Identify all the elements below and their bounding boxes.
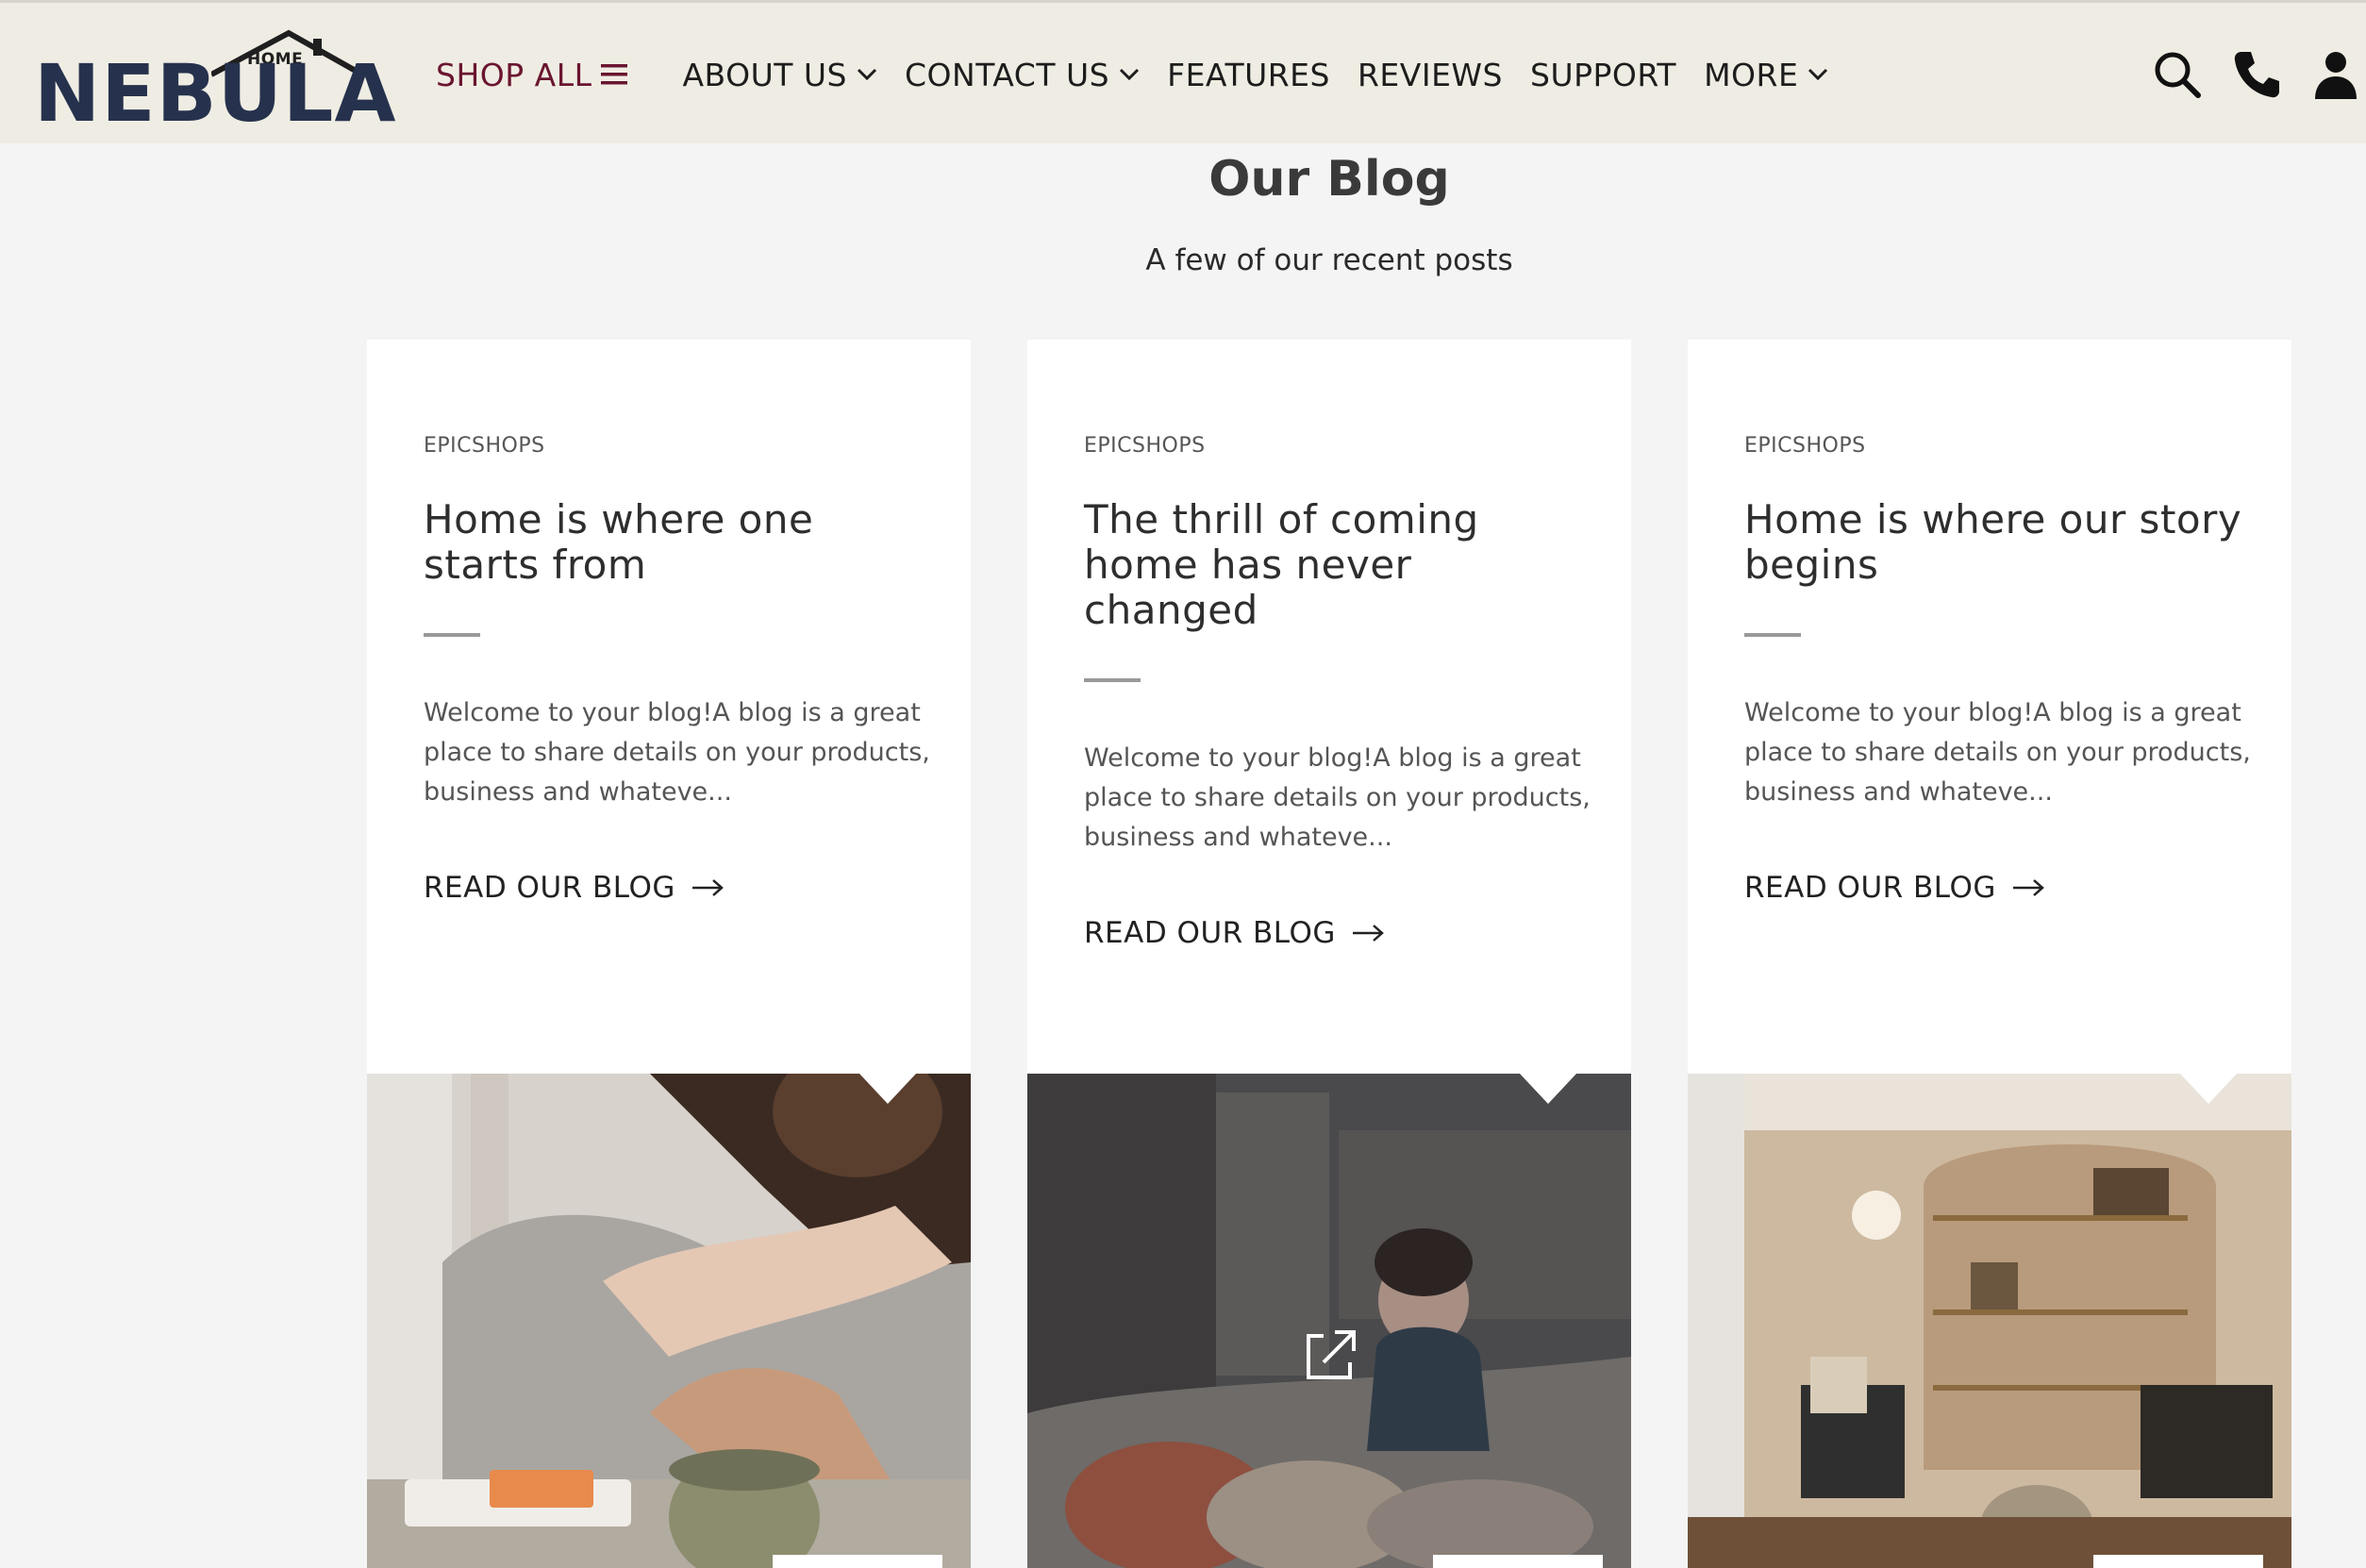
blog-card-excerpt: Welcome to your blog!A blog is a great p… <box>424 698 930 807</box>
nav-shop-all-label: SHOP ALL <box>436 56 592 93</box>
read-blog-link[interactable]: READ OUR BLOG <box>1744 871 2254 905</box>
read-blog-link[interactable]: READ OUR BLOG <box>1084 916 1593 950</box>
search-icon[interactable] <box>2151 48 2204 101</box>
blog-card-excerpt: Welcome to your blog!A blog is a great p… <box>1084 743 1591 852</box>
nav-more[interactable]: MORE <box>1704 57 1828 93</box>
nav-more-label: MORE <box>1704 56 1799 93</box>
couple-embrace-image[interactable] <box>367 1074 971 1568</box>
nav-features[interactable]: FEATURES <box>1167 57 1330 93</box>
blog-card-body: EPICSHOPS The thrill of coming home has … <box>1084 434 1593 950</box>
read-blog-label: READ OUR BLOG <box>1084 916 1336 950</box>
title-divider <box>1084 678 1141 682</box>
chevron-down-icon <box>1120 68 1140 81</box>
nav-support[interactable]: SUPPORT <box>1530 57 1676 93</box>
main-nav: SHOP ALL ABOUT US CONTACT US FEATURES RE… <box>436 54 1856 95</box>
living-room-interior-photo <box>1688 1074 2291 1568</box>
chevron-down-icon <box>857 68 877 81</box>
blog-card-body: EPICSHOPS Home is where our story begins… <box>1744 434 2254 905</box>
couple-embrace-photo <box>367 1074 971 1568</box>
image-notch <box>1520 1074 1576 1104</box>
nav-reviews-label: REVIEWS <box>1357 56 1503 93</box>
nav-features-label: FEATURES <box>1167 56 1330 93</box>
child-with-toys-image[interactable] <box>1027 1074 1631 1568</box>
image-caption-tab <box>773 1555 942 1568</box>
blog-card-title[interactable]: Home is where our story begins <box>1744 497 2254 588</box>
image-notch <box>859 1074 916 1104</box>
site-header: HOME NEBULA SHOP ALL ABOUT US CONTACT US… <box>0 0 2366 143</box>
read-blog-label: READ OUR BLOG <box>424 871 675 905</box>
nebula-home-logo[interactable]: HOME NEBULA <box>34 29 395 133</box>
blog-card: EPICSHOPS Home is where one starts from … <box>367 340 971 1568</box>
blog-card-body: EPICSHOPS Home is where one starts from … <box>424 434 933 905</box>
nav-support-label: SUPPORT <box>1530 56 1677 93</box>
living-room-interior-image[interactable] <box>1688 1074 2291 1568</box>
chevron-down-icon <box>1808 68 1828 81</box>
arrow-right-icon <box>1352 925 1384 942</box>
nav-about-us[interactable]: ABOUT US <box>682 57 877 93</box>
nav-about-us-label: ABOUT US <box>682 56 847 93</box>
image-caption-tab <box>1433 1555 1603 1568</box>
read-blog-label: READ OUR BLOG <box>1744 871 1996 905</box>
nav-contact-us-label: CONTACT US <box>905 56 1110 93</box>
logo-wordmark: NEBULA <box>34 47 397 140</box>
blog-card-title[interactable]: Home is where one starts from <box>424 497 933 588</box>
blog-card-author: EPICSHOPS <box>1744 434 1866 458</box>
nav-shop-all[interactable]: SHOP ALL <box>436 56 628 93</box>
arrow-right-icon <box>2012 879 2044 896</box>
nav-contact-us[interactable]: CONTACT US <box>905 57 1140 93</box>
external-link-icon[interactable] <box>1295 1323 1363 1391</box>
blog-card: EPICSHOPS Home is where our story begins… <box>1688 340 2291 1568</box>
arrow-right-icon <box>691 879 724 896</box>
blog-card-author: EPICSHOPS <box>1084 434 1206 458</box>
blog-card-excerpt: Welcome to your blog!A blog is a great p… <box>1744 698 2251 807</box>
title-divider <box>424 633 480 637</box>
read-blog-link[interactable]: READ OUR BLOG <box>424 871 933 905</box>
phone-icon[interactable] <box>2230 48 2283 101</box>
nav-reviews[interactable]: REVIEWS <box>1358 57 1503 93</box>
blog-card: EPICSHOPS The thrill of coming home has … <box>1027 340 1631 1568</box>
blog-section-subtitle: A few of our recent posts <box>1145 243 1513 277</box>
image-caption-tab <box>2093 1555 2263 1568</box>
blog-card-title[interactable]: The thrill of coming home has never chan… <box>1084 497 1593 633</box>
blog-card-author: EPICSHOPS <box>424 434 545 458</box>
blog-section-title: Our Blog <box>1208 151 1450 208</box>
hamburger-icon <box>601 64 628 85</box>
title-divider <box>1744 633 1801 637</box>
child-with-toys-photo <box>1027 1074 1631 1568</box>
user-icon[interactable] <box>2309 48 2362 101</box>
image-notch <box>2180 1074 2237 1104</box>
